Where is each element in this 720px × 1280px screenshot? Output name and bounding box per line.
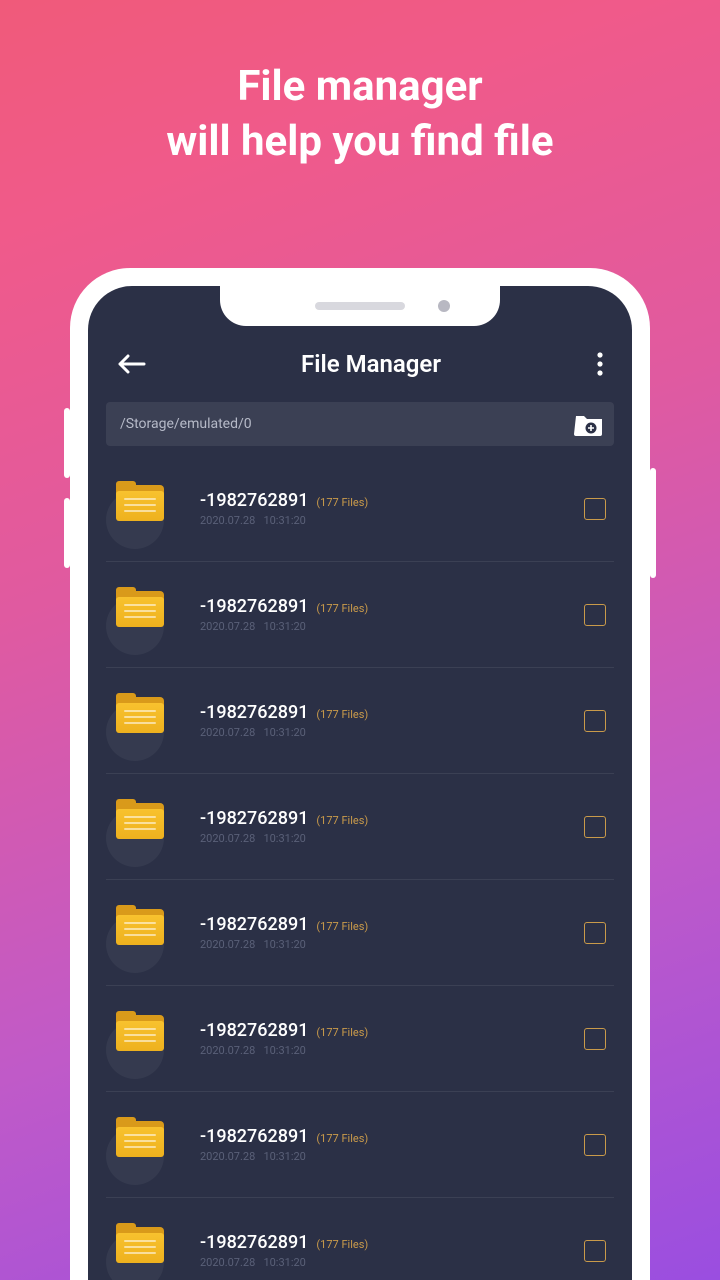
phone-frame: File Manager /Storage/emulated/0 (70, 268, 650, 1280)
current-path: /Storage/emulated/0 (120, 416, 252, 432)
file-name: -1982762891 (200, 1232, 308, 1253)
select-checkbox[interactable] (584, 816, 606, 838)
folder-icon-wrap (110, 689, 174, 753)
select-checkbox[interactable] (584, 922, 606, 944)
phone-notch (220, 286, 500, 326)
folder-icon (116, 1013, 164, 1051)
headline-line1: File manager (0, 60, 720, 115)
file-row[interactable]: -1982762891 (177 Files) 2020.07.28 10:31… (106, 986, 614, 1092)
file-info: -1982762891 (177 Files) 2020.07.28 10:31… (174, 1232, 584, 1269)
marketing-headline: File manager will help you find file (0, 0, 720, 199)
file-count: (177 Files) (316, 920, 368, 933)
file-name: -1982762891 (200, 914, 308, 935)
folder-icon-wrap (110, 1113, 174, 1177)
file-info: -1982762891 (177 Files) 2020.07.28 10:31… (174, 1020, 584, 1057)
folder-icon (116, 1119, 164, 1157)
folder-icon (116, 589, 164, 627)
phone-side-button (64, 498, 70, 568)
file-meta: 2020.07.28 10:31:20 (200, 832, 584, 845)
folder-icon-wrap (110, 1007, 174, 1071)
folder-icon (116, 483, 164, 521)
folder-icon-wrap (110, 583, 174, 647)
folder-icon-wrap (110, 901, 174, 965)
folder-icon (116, 1225, 164, 1263)
file-list: -1982762891 (177 Files) 2020.07.28 10:31… (88, 456, 632, 1280)
file-meta: 2020.07.28 10:31:20 (200, 1256, 584, 1269)
file-meta: 2020.07.28 10:31:20 (200, 514, 584, 527)
select-checkbox[interactable] (584, 1240, 606, 1262)
select-checkbox[interactable] (584, 710, 606, 732)
folder-icon (116, 801, 164, 839)
camera (438, 300, 450, 312)
more-menu-button[interactable] (596, 351, 604, 377)
back-button[interactable] (116, 352, 146, 376)
folder-add-icon (574, 410, 604, 438)
file-row[interactable]: -1982762891 (177 Files) 2020.07.28 10:31… (106, 1198, 614, 1280)
arrow-left-icon (116, 352, 146, 376)
file-count: (177 Files) (316, 602, 368, 615)
file-name: -1982762891 (200, 596, 308, 617)
new-folder-button[interactable] (574, 410, 604, 438)
headline-line2: will help you find file (0, 115, 720, 170)
file-info: -1982762891 (177 Files) 2020.07.28 10:31… (174, 596, 584, 633)
file-meta: 2020.07.28 10:31:20 (200, 620, 584, 633)
file-meta: 2020.07.28 10:31:20 (200, 726, 584, 739)
file-info: -1982762891 (177 Files) 2020.07.28 10:31… (174, 1126, 584, 1163)
file-info: -1982762891 (177 Files) 2020.07.28 10:31… (174, 702, 584, 739)
file-name: -1982762891 (200, 702, 308, 723)
file-row[interactable]: -1982762891 (177 Files) 2020.07.28 10:31… (106, 774, 614, 880)
phone-side-button (64, 408, 70, 478)
folder-icon-wrap (110, 1219, 174, 1280)
file-info: -1982762891 (177 Files) 2020.07.28 10:31… (174, 914, 584, 951)
file-count: (177 Files) (316, 1238, 368, 1251)
folder-icon (116, 907, 164, 945)
file-count: (177 Files) (316, 708, 368, 721)
file-count: (177 Files) (316, 496, 368, 509)
select-checkbox[interactable] (584, 498, 606, 520)
file-row[interactable]: -1982762891 (177 Files) 2020.07.28 10:31… (106, 668, 614, 774)
folder-icon-wrap (110, 795, 174, 859)
file-meta: 2020.07.28 10:31:20 (200, 1044, 584, 1057)
file-count: (177 Files) (316, 814, 368, 827)
file-row[interactable]: -1982762891 (177 Files) 2020.07.28 10:31… (106, 1092, 614, 1198)
phone-screen: File Manager /Storage/emulated/0 (88, 286, 632, 1280)
file-name: -1982762891 (200, 490, 308, 511)
select-checkbox[interactable] (584, 1028, 606, 1050)
phone-side-button (650, 468, 656, 578)
app-title: File Manager (301, 350, 441, 378)
file-meta: 2020.07.28 10:31:20 (200, 938, 584, 951)
file-row[interactable]: -1982762891 (177 Files) 2020.07.28 10:31… (106, 562, 614, 668)
folder-icon-wrap (110, 477, 174, 541)
folder-icon (116, 695, 164, 733)
speaker (315, 302, 405, 310)
more-vertical-icon (596, 351, 604, 377)
file-count: (177 Files) (316, 1026, 368, 1039)
file-name: -1982762891 (200, 1020, 308, 1041)
file-info: -1982762891 (177 Files) 2020.07.28 10:31… (174, 808, 584, 845)
select-checkbox[interactable] (584, 1134, 606, 1156)
file-name: -1982762891 (200, 808, 308, 829)
file-meta: 2020.07.28 10:31:20 (200, 1150, 584, 1163)
file-count: (177 Files) (316, 1132, 368, 1145)
file-name: -1982762891 (200, 1126, 308, 1147)
select-checkbox[interactable] (584, 604, 606, 626)
path-bar[interactable]: /Storage/emulated/0 (106, 402, 614, 446)
file-row[interactable]: -1982762891 (177 Files) 2020.07.28 10:31… (106, 880, 614, 986)
file-row[interactable]: -1982762891 (177 Files) 2020.07.28 10:31… (106, 456, 614, 562)
file-info: -1982762891 (177 Files) 2020.07.28 10:31… (174, 490, 584, 527)
